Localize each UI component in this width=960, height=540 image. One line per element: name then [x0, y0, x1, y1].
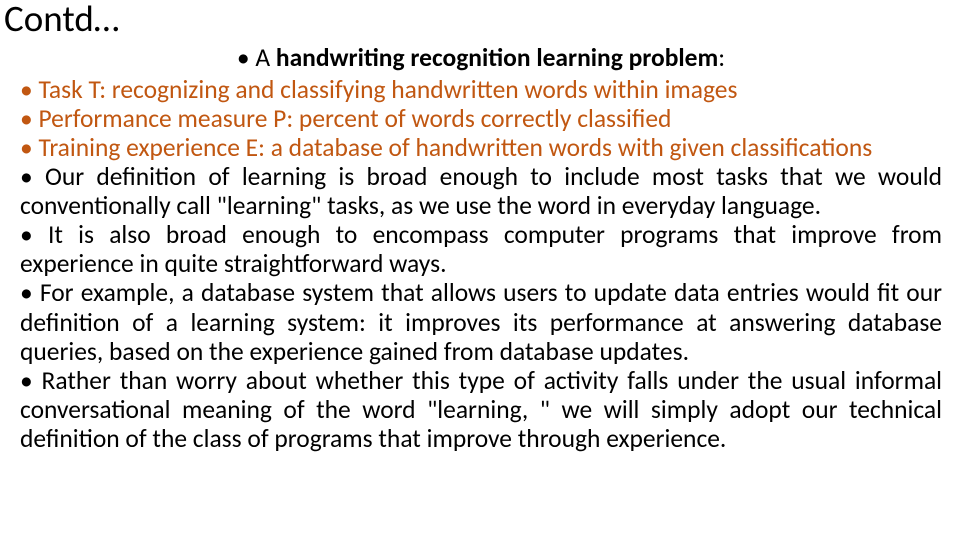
slide-content: • A handwriting recognition learning pro…: [20, 42, 942, 453]
bullet-text: Task T: recognizing and classifying hand…: [38, 74, 737, 105]
bullet-item: • Training experience E: a database of h…: [20, 133, 942, 162]
heading-prefix: A: [255, 42, 276, 73]
bullet-dot-icon: •: [20, 219, 48, 250]
bullet-dot-icon: •: [20, 365, 42, 396]
bullet-dot-icon: •: [20, 161, 45, 192]
slide-title: Contd…: [4, 0, 119, 41]
heading-bold: handwriting recognition learning problem: [276, 42, 718, 73]
bullet-text: It is also broad enough to encompass com…: [20, 219, 942, 279]
bullet-dot-icon: •: [20, 74, 38, 105]
bullet-dot-icon: •: [20, 132, 38, 163]
bullet-item: • Rather than worry about whether this t…: [20, 366, 942, 453]
bullet-text: Rather than worry about whether this typ…: [20, 365, 942, 454]
bullet-dot-icon: •: [20, 103, 38, 134]
bullet-dot-icon: •: [20, 277, 40, 308]
bullet-item: • Performance measure P: percent of word…: [20, 104, 942, 133]
bullet-item: • Task T: recognizing and classifying ha…: [20, 75, 942, 104]
bullet-item: • For example, a database system that al…: [20, 278, 942, 365]
bullet-item: • Our definition of learning is broad en…: [20, 162, 942, 220]
bullet-text: Our definition of learning is broad enou…: [20, 161, 942, 221]
bullet-text: For example, a database system that allo…: [20, 277, 942, 366]
bullet-text: Training experience E: a database of han…: [38, 132, 872, 163]
bullet-item: • It is also broad enough to encompass c…: [20, 220, 942, 278]
heading-suffix: :: [718, 42, 725, 73]
heading-line: • A handwriting recognition learning pro…: [20, 42, 942, 73]
heading-bullet: •: [237, 42, 250, 73]
bullet-text: Performance measure P: percent of words …: [38, 103, 671, 134]
bullets-container: • Task T: recognizing and classifying ha…: [20, 75, 942, 453]
